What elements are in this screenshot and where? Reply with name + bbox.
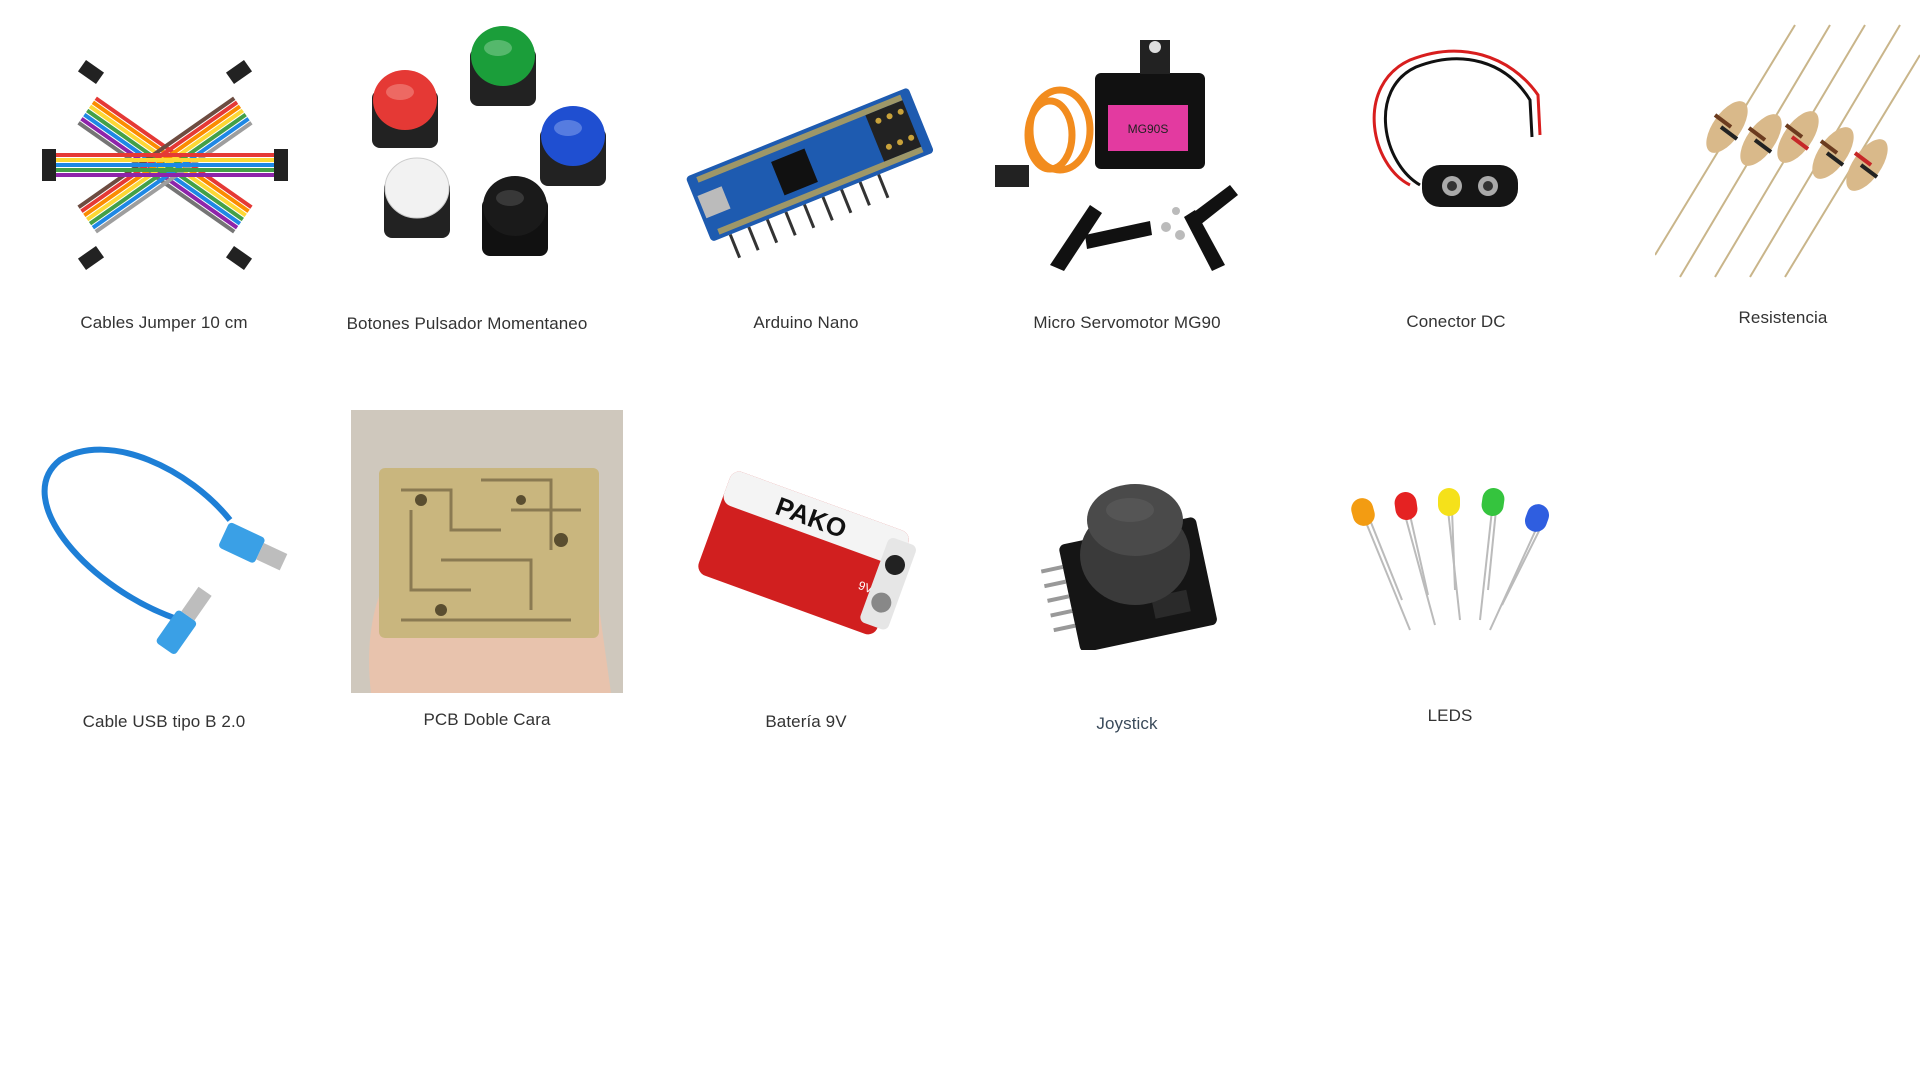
jumper-wires-icon: [42, 59, 288, 271]
product-usb-image[interactable]: [30, 440, 300, 660]
product-resistor-image[interactable]: [1655, 15, 1920, 280]
product-label[interactable]: Resistencia: [1739, 308, 1828, 328]
product-label[interactable]: Botones Pulsador Momentaneo: [347, 314, 588, 334]
product-jumper-image[interactable]: [40, 45, 290, 285]
product-label[interactable]: PCB Doble Cara: [423, 710, 550, 730]
product-buttons-image[interactable]: [360, 20, 610, 265]
pcb-icon: [351, 410, 623, 693]
push-buttons-icon: [372, 26, 606, 256]
usb-cable-icon: [41, 446, 288, 654]
dc-connector-icon: [1372, 49, 1542, 207]
product-joystick-image[interactable]: [1035, 460, 1235, 650]
product-pcb-image[interactable]: [351, 410, 623, 693]
product-label[interactable]: Batería 9V: [765, 712, 846, 732]
product-label[interactable]: Joystick: [1096, 714, 1157, 734]
servo-motor-icon: MG90S: [995, 40, 1238, 271]
servo-model-text: MG90S: [1128, 122, 1169, 136]
product-label[interactable]: Micro Servomotor MG90: [1033, 313, 1220, 333]
product-leds-image[interactable]: [1340, 480, 1560, 650]
resistors-icon: [1655, 24, 1920, 278]
battery-icon: PAKO 9V: [698, 471, 916, 635]
product-label[interactable]: LEDS: [1428, 706, 1473, 726]
product-label[interactable]: Cables Jumper 10 cm: [80, 313, 247, 333]
arduino-nano-icon: [686, 88, 934, 259]
product-servo-image[interactable]: MG90S: [990, 35, 1260, 280]
joystick-icon: [1040, 484, 1217, 650]
product-label[interactable]: Conector DC: [1406, 312, 1505, 332]
product-label[interactable]: Cable USB tipo B 2.0: [83, 712, 246, 732]
product-label[interactable]: Arduino Nano: [753, 313, 858, 333]
product-dc-image[interactable]: [1360, 45, 1560, 220]
product-nano-image[interactable]: [678, 60, 938, 260]
leds-icon: [1351, 488, 1550, 631]
product-battery-image[interactable]: PAKO 9V: [690, 450, 930, 650]
